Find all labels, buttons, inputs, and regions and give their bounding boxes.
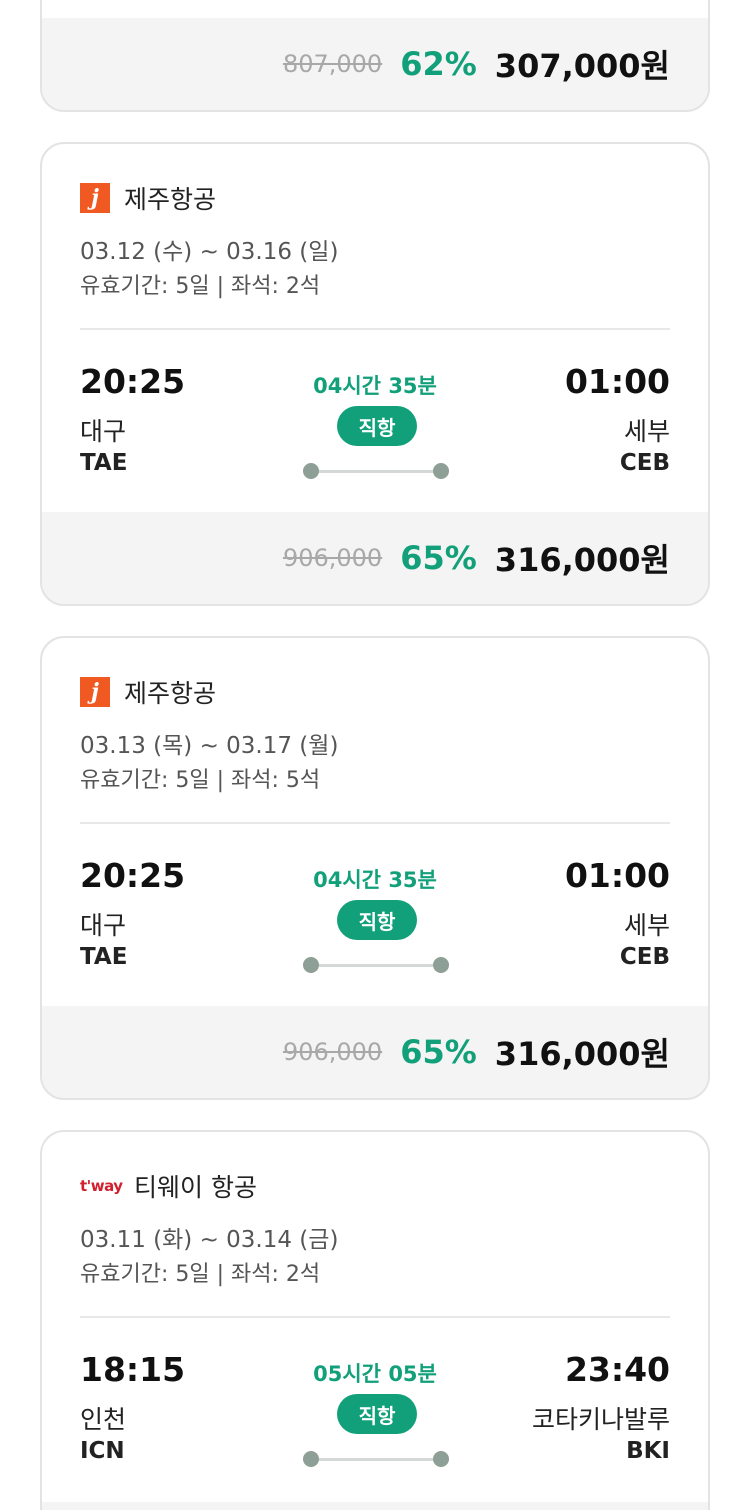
discount-rate: 62% (400, 45, 477, 83)
final-price: 316,000원 (494, 1035, 670, 1073)
arrival-code: CEB (619, 450, 670, 476)
validity-seats: 유효기간: 5일 | 좌석: 5석 (80, 768, 321, 793)
price-footer (42, 1502, 708, 1510)
route-start-dot (303, 957, 319, 973)
departure-city: 대구 (80, 911, 127, 940)
price-footer: 906,000 65% 316,000원 (42, 1006, 708, 1098)
divider (80, 822, 670, 824)
original-price: 807,000 (282, 50, 383, 78)
price-row: 906,000 65% 316,000원 (283, 1006, 670, 1098)
validity-seats: 유효기간: 5일 | 좌석: 2석 (80, 274, 321, 299)
direct-badge: 직항 (337, 1394, 417, 1434)
discount-rate: 65% (400, 1033, 477, 1071)
flight-info: j 제주항공 03.12 (수) ~ 03.16 (일) 유효기간: 5일 | … (42, 144, 708, 514)
arrival-time: 23:40 (564, 1350, 670, 1389)
route-end-dot (433, 957, 449, 973)
flight-card[interactable]: j 제주항공 03.12 (수) ~ 03.16 (일) 유효기간: 5일 | … (40, 142, 710, 606)
arrival-time: 01:00 (564, 856, 670, 895)
flight-card[interactable]: t'way 티웨이 항공 03.11 (화) ~ 03.14 (금) 유효기간:… (40, 1130, 710, 1510)
original-price: 906,000 (282, 544, 383, 572)
flight-card[interactable]: j 제주항공 03.13 (목) ~ 03.17 (월) 유효기간: 5일 | … (40, 636, 710, 1100)
departure-city: 인천 (80, 1405, 127, 1434)
departure-code: TAE (80, 450, 128, 476)
airline-header: j 제주항공 (80, 674, 216, 710)
arrival-time: 01:00 (564, 362, 670, 401)
jeju-air-logo-icon: j (80, 677, 110, 707)
route-start-dot (303, 1451, 319, 1467)
price-row: 807,000 62% 307,000원 (283, 18, 670, 110)
flight-card[interactable]: 807,000 62% 307,000원 (40, 0, 710, 112)
final-price: 307,000원 (494, 47, 670, 85)
airline-name: 제주항공 (124, 185, 217, 214)
travel-dates: 03.11 (화) ~ 03.14 (금) (80, 1227, 339, 1253)
route-line (310, 1458, 442, 1461)
validity-seats: 유효기간: 5일 | 좌석: 2석 (80, 1262, 321, 1287)
arrival-city: 코타키나발루 (531, 1405, 670, 1434)
arrival-code: CEB (619, 944, 670, 970)
departure-city: 대구 (80, 417, 127, 446)
travel-dates: 03.13 (목) ~ 03.17 (월) (80, 733, 339, 759)
airline-header: t'way 티웨이 항공 (80, 1168, 257, 1204)
arrival-city: 세부 (623, 911, 670, 940)
route-start-dot (303, 463, 319, 479)
travel-dates: 03.12 (수) ~ 03.16 (일) (80, 239, 339, 265)
price-footer: 906,000 65% 316,000원 (42, 512, 708, 604)
tway-logo-icon: t'way (80, 1177, 123, 1195)
discount-rate: 65% (400, 539, 477, 577)
price-row: 906,000 65% 316,000원 (283, 512, 670, 604)
jeju-air-logo-icon: j (80, 183, 110, 213)
direct-badge: 직항 (337, 406, 417, 446)
route-end-dot (433, 463, 449, 479)
divider (80, 328, 670, 330)
route-end-dot (433, 1451, 449, 1467)
price-footer: 807,000 62% 307,000원 (42, 18, 708, 110)
airline-header: j 제주항공 (80, 180, 216, 216)
original-price: 906,000 (282, 1038, 383, 1066)
flight-info: j 제주항공 03.13 (목) ~ 03.17 (월) 유효기간: 5일 | … (42, 638, 708, 1008)
arrival-code: BKI (626, 1438, 670, 1464)
airline-name: 제주항공 (124, 679, 217, 708)
flight-info: t'way 티웨이 항공 03.11 (화) ~ 03.14 (금) 유효기간:… (42, 1132, 708, 1502)
direct-badge: 직항 (337, 900, 417, 940)
route-line (310, 964, 442, 967)
arrival-city: 세부 (623, 417, 670, 446)
airline-name: 티웨이 항공 (134, 1173, 257, 1202)
departure-code: ICN (80, 1438, 125, 1464)
final-price: 316,000원 (494, 541, 670, 579)
departure-code: TAE (80, 944, 128, 970)
route-line (310, 470, 442, 473)
divider (80, 1316, 670, 1318)
